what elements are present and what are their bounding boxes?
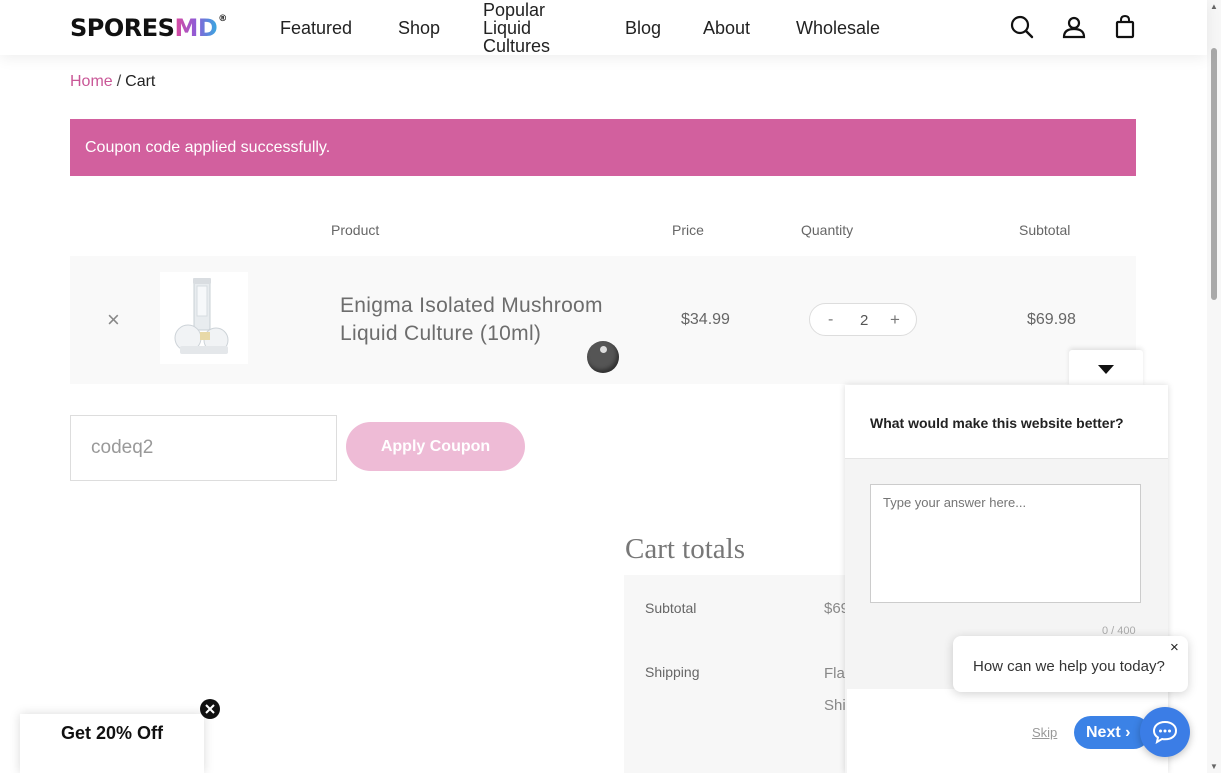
item-subtotal: $69.98 bbox=[1027, 311, 1076, 328]
breadcrumb-current: Cart bbox=[125, 73, 156, 90]
product-thumbnail[interactable] bbox=[160, 272, 248, 364]
survey-collapse-tab[interactable] bbox=[1069, 350, 1143, 386]
scrollbar-thumb[interactable] bbox=[1211, 48, 1217, 300]
nav-popular-liquid-cultures[interactable]: Popular Liquid Cultures bbox=[483, 1, 573, 55]
totals-subtotal-label: Subtotal bbox=[645, 600, 697, 616]
product-name-link[interactable]: Enigma Isolated Mushroom Liquid Culture … bbox=[340, 292, 650, 348]
survey-answer-field[interactable] bbox=[870, 484, 1141, 603]
quantity-decrease-button[interactable]: - bbox=[828, 311, 833, 329]
quantity-stepper: - 2 + bbox=[809, 303, 917, 336]
survey-question: What would make this website better? bbox=[870, 415, 1124, 431]
nav-shop[interactable]: Shop bbox=[398, 19, 440, 37]
totals-shipping-line1: Fla bbox=[824, 665, 845, 682]
nav-about[interactable]: About bbox=[703, 19, 750, 37]
chat-launcher-button[interactable] bbox=[1140, 707, 1190, 757]
page-scrollbar[interactable]: ▲ ▼ bbox=[1207, 0, 1221, 773]
search-icon[interactable] bbox=[1009, 14, 1035, 40]
breadcrumb: Home / Cart bbox=[70, 73, 155, 91]
logo-main: SPORES bbox=[70, 14, 175, 42]
survey-next-button[interactable]: Next › bbox=[1074, 716, 1150, 749]
cart-totals-title: Cart totals bbox=[625, 533, 746, 565]
item-price: $34.99 bbox=[681, 311, 730, 328]
loading-spinner-icon bbox=[587, 341, 619, 373]
coupon-code-input[interactable] bbox=[70, 415, 337, 481]
logo-reg: ® bbox=[218, 14, 227, 24]
logo-accent: MD bbox=[174, 14, 218, 42]
chevron-down-icon bbox=[1098, 365, 1114, 374]
nav-wholesale[interactable]: Wholesale bbox=[796, 19, 880, 37]
col-header-quantity: Quantity bbox=[801, 222, 854, 238]
totals-shipping-label: Shipping bbox=[645, 664, 700, 680]
scroll-down-icon[interactable]: ▼ bbox=[1210, 762, 1218, 771]
nav-blog[interactable]: Blog bbox=[625, 19, 661, 37]
help-bubble-text: How can we help you today? bbox=[973, 658, 1165, 675]
site-header: SPORES MD ® Featured Shop Popular Liquid C… bbox=[0, 0, 1207, 55]
chat-icon bbox=[1152, 720, 1178, 744]
promo-close-icon[interactable] bbox=[200, 699, 220, 719]
quantity-increase-button[interactable]: + bbox=[890, 310, 900, 330]
remove-item-button[interactable]: × bbox=[107, 307, 120, 333]
apply-coupon-button[interactable]: Apply Coupon bbox=[346, 422, 525, 471]
breadcrumb-home[interactable]: Home bbox=[70, 73, 113, 90]
breadcrumb-separator: / bbox=[116, 73, 122, 90]
coupon-success-notice: Coupon code applied successfully. bbox=[70, 119, 1136, 176]
col-header-price: Price bbox=[672, 222, 704, 238]
totals-shipping-line2: Shi bbox=[824, 697, 846, 714]
nav-featured[interactable]: Featured bbox=[280, 19, 352, 37]
chevron-right-icon: › bbox=[1125, 723, 1131, 741]
account-icon[interactable] bbox=[1061, 14, 1087, 40]
survey-next-label: Next bbox=[1086, 723, 1121, 741]
shopping-bag-icon[interactable] bbox=[1112, 14, 1138, 40]
promo-text[interactable]: Get 20% Off bbox=[61, 723, 163, 744]
scroll-up-icon[interactable]: ▲ bbox=[1210, 2, 1218, 11]
quantity-input[interactable]: 2 bbox=[860, 312, 868, 329]
logo[interactable]: SPORES MD ® bbox=[70, 14, 227, 42]
survey-skip-link[interactable]: Skip bbox=[1032, 725, 1057, 740]
col-header-product: Product bbox=[331, 222, 380, 238]
help-bubble-close-icon[interactable]: × bbox=[1170, 640, 1179, 656]
col-header-subtotal: Subtotal bbox=[1019, 222, 1071, 238]
